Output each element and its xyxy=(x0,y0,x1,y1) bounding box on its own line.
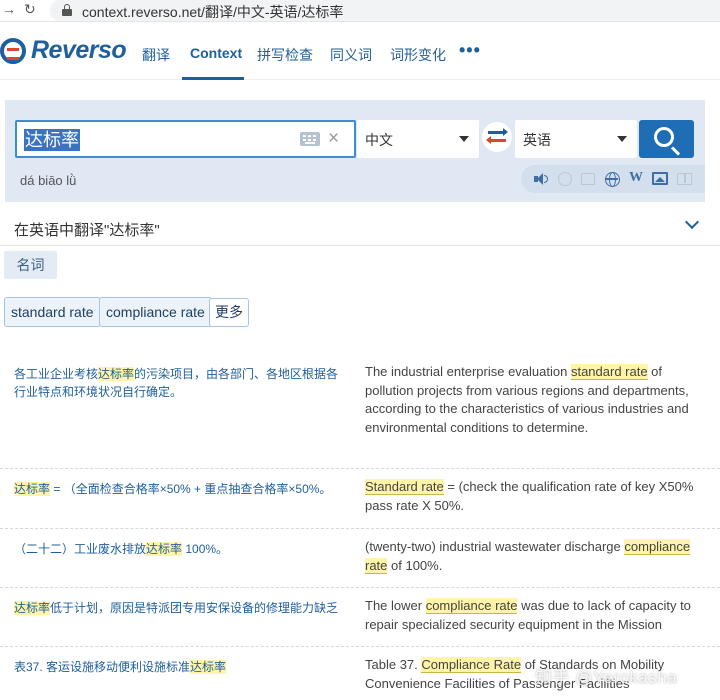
example-row: 达标率低于计划，原因是特派团专用安保设备的修理能力缺乏 The lower co… xyxy=(0,597,720,642)
speaker-icon[interactable] xyxy=(533,171,549,187)
site-header: Reverso 翻译 Context 拼写检查 同义词 词形变化 ••• xyxy=(0,22,720,80)
more-translations-button[interactable]: 更多 xyxy=(209,298,249,327)
example-source: 达标率低于计划，原因是特派团专用安保设备的修理能力缺乏 xyxy=(14,599,349,617)
suggestion-chip[interactable]: compliance rate xyxy=(99,297,212,327)
pinyin: dá biāo lǜ xyxy=(20,173,77,188)
target-text: The industrial enterprise evaluation xyxy=(365,364,571,379)
example-target: (twenty-two) industrial wastewater disch… xyxy=(365,538,700,575)
search-query[interactable]: 达标率 xyxy=(24,129,80,151)
url-text[interactable]: context.reverso.net/翻译/中文-英语/达标率 xyxy=(82,2,343,22)
example-target: The lower compliance rate was due to lac… xyxy=(365,597,700,634)
target-text: The lower xyxy=(365,598,426,613)
caret-down-icon xyxy=(617,136,627,142)
source-highlight: 达标率 xyxy=(14,482,51,496)
target-text: of 100%. xyxy=(387,557,443,573)
search-input[interactable]: 达标率 × xyxy=(15,120,356,158)
example-row: 各工业企业考核达标率的污染项目，由各部门、各地区根据各行业特点和环境状况自行确定… xyxy=(0,363,720,465)
back-arrow-icon[interactable]: → xyxy=(2,1,16,17)
source-highlight: 达标率 xyxy=(98,367,135,381)
watermark: 知乎 @Yerokasha xyxy=(535,668,678,687)
example-source: 各工业企业考核达标率的污染项目，由各部门、各地区根据各行业特点和环境状况自行确定… xyxy=(14,365,349,401)
example-row: （二十二）工业废水排放达标率 100%。 (twenty-two) indust… xyxy=(0,538,720,583)
source-language-select[interactable]: 中文 xyxy=(357,120,479,158)
target-language-select[interactable]: 英语 xyxy=(515,120,637,158)
dictionary-icon xyxy=(677,173,692,185)
translation-heading: 在英语中翻译"达标率" xyxy=(14,222,160,239)
caret-down-icon xyxy=(459,136,469,142)
target-text: Table 37. xyxy=(365,657,422,672)
row-divider xyxy=(0,528,720,529)
source-text: （二十二）工业废水排放 xyxy=(14,542,147,556)
wikipedia-icon[interactable]: W xyxy=(629,170,645,186)
logo-text: Reverso xyxy=(31,36,127,64)
source-text: 100%。 xyxy=(182,542,229,556)
target-highlight[interactable]: Compliance Rate xyxy=(421,657,522,673)
swap-arrow-back-icon xyxy=(486,136,506,144)
source-highlight: 达标率 xyxy=(14,601,51,615)
nav-context[interactable]: Context xyxy=(190,45,242,61)
reverso-logo-icon xyxy=(0,38,26,64)
row-divider xyxy=(0,646,720,647)
target-language-label: 英语 xyxy=(523,132,551,148)
part-of-speech-tab[interactable]: 名词 xyxy=(4,251,57,279)
example-row: 达标率 = （全面检查合格率×50% + 重点抽查合格率×50%。 Standa… xyxy=(0,478,720,523)
example-target: The industrial enterprise evaluation sta… xyxy=(365,363,700,437)
search-tools: W xyxy=(521,165,705,193)
target-text: (twenty-two) industrial wastewater disch… xyxy=(365,539,625,554)
row-divider xyxy=(0,587,720,588)
browser-toolbar: → ↻ context.reverso.net/翻译/中文-英语/达标率 xyxy=(0,0,720,22)
more-menu-icon[interactable]: ••• xyxy=(459,40,481,61)
swap-arrow-icon xyxy=(488,128,508,136)
source-highlight: 达标率 xyxy=(146,542,183,556)
search-icon-handle xyxy=(670,146,681,156)
grid-icon xyxy=(581,173,595,185)
suggestion-chip[interactable]: standard rate xyxy=(4,297,101,327)
target-highlight[interactable]: compliance rate xyxy=(425,598,518,614)
globe-icon[interactable] xyxy=(605,172,620,187)
example-source: 表37. 客运设施移动便利设施标准达标率 xyxy=(14,658,349,676)
search-icon xyxy=(654,127,674,147)
search-panel: 达标率 × 中文 英语 dá biāo lǜ W xyxy=(5,100,705,202)
nav-translate[interactable]: 翻译 xyxy=(142,45,170,65)
target-highlight[interactable]: Standard rate xyxy=(365,479,444,495)
divider xyxy=(0,245,720,246)
clear-icon[interactable]: × xyxy=(328,127,339,151)
keyboard-icon[interactable] xyxy=(300,132,320,146)
example-source: 达标率 = （全面检查合格率×50% + 重点抽查合格率×50%。 xyxy=(14,480,349,498)
nav-synonyms[interactable]: 同义词 xyxy=(330,45,372,65)
target-highlight[interactable]: standard rate xyxy=(570,364,648,380)
source-text: 各工业企业考核 xyxy=(14,367,99,381)
reload-icon[interactable]: ↻ xyxy=(24,1,36,18)
source-text: 表37. 客运设施移动便利设施标准 xyxy=(14,660,191,674)
active-nav-indicator xyxy=(182,77,244,80)
nav-spell-check[interactable]: 拼写检查 xyxy=(257,45,313,65)
source-text: = （全面检查合格率×50% + 重点抽查合格率×50%。 xyxy=(50,482,332,496)
search-button[interactable] xyxy=(639,120,694,158)
source-language-label: 中文 xyxy=(365,132,393,148)
nav-conjugation[interactable]: 词形变化 xyxy=(390,45,446,65)
address-bar[interactable]: context.reverso.net/翻译/中文-英语/达标率 xyxy=(50,0,720,21)
chevron-down-icon[interactable] xyxy=(684,214,700,230)
source-highlight: 达标率 xyxy=(190,660,227,674)
swap-languages-button[interactable] xyxy=(482,122,512,152)
example-target: Standard rate = (check the qualification… xyxy=(365,478,700,515)
source-text: 低于计划，原因是特派团专用安保设备的修理能力缺乏 xyxy=(50,601,339,615)
circle-icon xyxy=(558,172,572,186)
row-divider xyxy=(0,468,720,469)
lock-icon xyxy=(62,4,72,16)
image-icon[interactable] xyxy=(652,172,668,185)
example-source: （二十二）工业废水排放达标率 100%。 xyxy=(14,540,349,558)
